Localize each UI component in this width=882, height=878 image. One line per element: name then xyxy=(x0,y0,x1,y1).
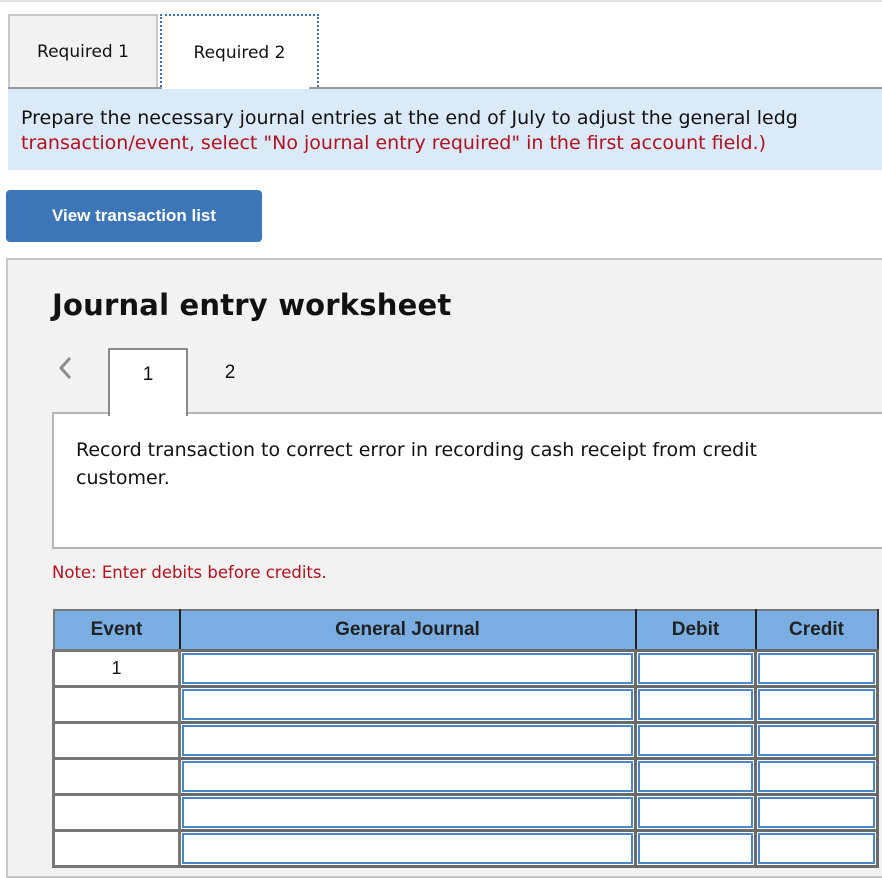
debit-input[interactable] xyxy=(638,725,753,756)
credit-input[interactable] xyxy=(758,653,875,684)
column-header-debit: Debit xyxy=(634,609,757,652)
account-cell xyxy=(178,685,637,724)
column-header-event: Event xyxy=(52,609,181,652)
credit-input[interactable] xyxy=(758,689,875,720)
debit-input[interactable] xyxy=(638,761,753,792)
debit-cell xyxy=(634,649,757,688)
table-header-row: Event General Journal Debit Credit xyxy=(52,609,879,652)
credit-cell xyxy=(754,685,879,724)
worksheet-step-tab-1[interactable]: 1 xyxy=(108,348,188,416)
debit-cell xyxy=(634,757,757,796)
table-row xyxy=(52,757,879,796)
account-dropdown[interactable] xyxy=(182,797,633,828)
account-dropdown[interactable] xyxy=(182,689,633,720)
debit-input[interactable] xyxy=(638,653,753,684)
debit-credit-note: Note: Enter debits before credits. xyxy=(52,563,327,582)
transaction-description-box: Record transaction to correct error in r… xyxy=(52,412,882,549)
account-cell xyxy=(178,721,637,760)
credit-cell xyxy=(754,829,879,868)
tab-required-1[interactable]: Required 1 xyxy=(8,14,158,88)
event-cell xyxy=(52,793,181,832)
credit-input[interactable] xyxy=(758,797,875,828)
account-dropdown[interactable] xyxy=(182,761,633,792)
column-header-credit: Credit xyxy=(754,609,879,652)
account-cell xyxy=(178,649,637,688)
debit-input[interactable] xyxy=(638,833,753,864)
table-row: 1 xyxy=(52,649,879,688)
credit-cell xyxy=(754,793,879,832)
debit-input[interactable] xyxy=(638,797,753,828)
event-cell xyxy=(52,829,181,868)
chevron-left-icon[interactable] xyxy=(56,354,76,382)
debit-cell xyxy=(634,721,757,760)
general-journal-table: Event General Journal Debit Credit 1 xyxy=(52,609,879,868)
instructions-text: Prepare the necessary journal entries at… xyxy=(21,107,798,129)
tab-required-2[interactable]: Required 2 xyxy=(160,14,319,90)
debit-input[interactable] xyxy=(638,689,753,720)
account-dropdown[interactable] xyxy=(182,725,633,756)
event-cell xyxy=(52,685,181,724)
column-header-general-journal: General Journal xyxy=(178,609,637,652)
table-row xyxy=(52,793,879,832)
credit-cell xyxy=(754,721,879,760)
credit-input[interactable] xyxy=(758,833,875,864)
debit-cell xyxy=(634,793,757,832)
transaction-description: Record transaction to correct error in r… xyxy=(76,439,757,489)
table-row xyxy=(52,685,879,724)
account-cell xyxy=(178,829,637,868)
debit-cell xyxy=(634,685,757,724)
top-divider xyxy=(0,0,882,2)
account-cell xyxy=(178,793,637,832)
credit-input[interactable] xyxy=(758,761,875,792)
account-cell xyxy=(178,757,637,796)
table-row xyxy=(52,721,879,760)
event-cell xyxy=(52,721,181,760)
worksheet-title: Journal entry worksheet xyxy=(52,288,452,322)
credit-cell xyxy=(754,649,879,688)
instructions-panel: Prepare the necessary journal entries at… xyxy=(8,89,882,170)
event-cell xyxy=(52,757,181,796)
credit-input[interactable] xyxy=(758,725,875,756)
account-dropdown[interactable] xyxy=(182,653,633,684)
table-row xyxy=(52,829,879,868)
view-transaction-list-button[interactable]: View transaction list xyxy=(6,190,262,242)
instructions-note: transaction/event, select "No journal en… xyxy=(21,132,767,154)
debit-cell xyxy=(634,829,757,868)
event-cell: 1 xyxy=(52,649,181,688)
worksheet-step-tab-2[interactable]: 2 xyxy=(190,348,270,414)
credit-cell xyxy=(754,757,879,796)
account-dropdown[interactable] xyxy=(182,833,633,864)
